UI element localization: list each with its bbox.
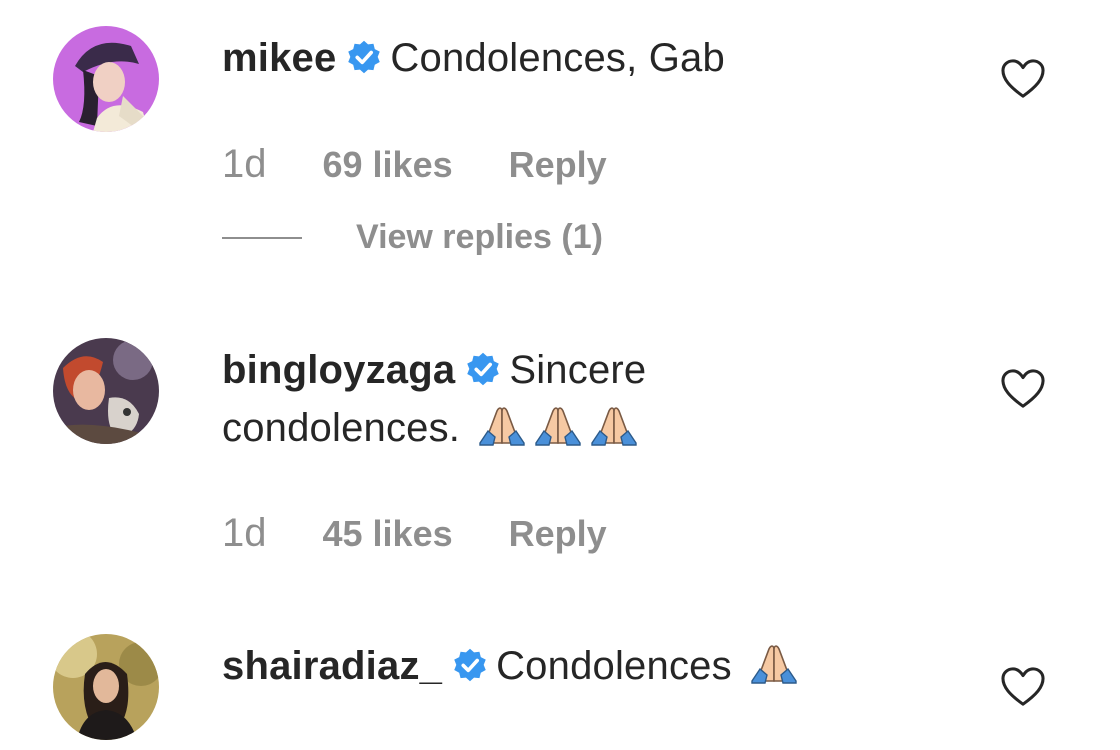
like-heart-icon[interactable] xyxy=(1000,58,1046,100)
comment-text: mikee Condolences, Gab xyxy=(222,29,962,87)
view-replies-button[interactable]: View replies (1) xyxy=(222,218,603,257)
comment-time[interactable]: 1d xyxy=(222,142,267,187)
avatar-image xyxy=(53,26,159,132)
like-heart-icon[interactable] xyxy=(1000,368,1046,410)
comment-text: shairadiaz_ Condolences xyxy=(222,637,962,695)
avatar-image xyxy=(53,338,159,444)
comment-meta: 1d 45 likes Reply xyxy=(222,511,607,556)
divider-line xyxy=(222,236,302,239)
comment-meta: 1d 69 likes Reply xyxy=(222,142,607,187)
avatar[interactable] xyxy=(53,634,159,740)
reply-button[interactable]: Reply xyxy=(509,144,607,186)
likes-count[interactable]: 45 likes xyxy=(323,513,453,555)
username[interactable]: shairadiaz_ xyxy=(222,644,442,688)
verified-badge-icon xyxy=(346,39,382,75)
comment-body-line1: Sincere xyxy=(509,348,647,392)
view-replies-label: View replies (1) xyxy=(356,218,603,256)
comment-body: Condolences xyxy=(496,644,732,688)
username[interactable]: mikee xyxy=(222,36,336,80)
folded-hands-icon xyxy=(533,403,583,447)
comment-time[interactable]: 1d xyxy=(222,511,267,556)
avatar[interactable] xyxy=(53,338,159,444)
folded-hands-icon xyxy=(589,403,639,447)
comment-text: bingloyzaga Sincere condolences. xyxy=(222,341,962,457)
avatar-image xyxy=(53,634,159,740)
likes-count[interactable]: 69 likes xyxy=(323,144,453,186)
verified-badge-icon xyxy=(452,647,488,683)
reply-button[interactable]: Reply xyxy=(509,513,607,555)
folded-hands-icon xyxy=(749,641,799,685)
comment-body: Condolences, Gab xyxy=(390,36,725,80)
comment-body-line2: condolences. xyxy=(222,406,461,450)
verified-badge-icon xyxy=(465,351,501,387)
folded-hands-icon xyxy=(477,403,527,447)
username[interactable]: bingloyzaga xyxy=(222,348,455,392)
like-heart-icon[interactable] xyxy=(1000,666,1046,708)
avatar[interactable] xyxy=(53,26,159,132)
